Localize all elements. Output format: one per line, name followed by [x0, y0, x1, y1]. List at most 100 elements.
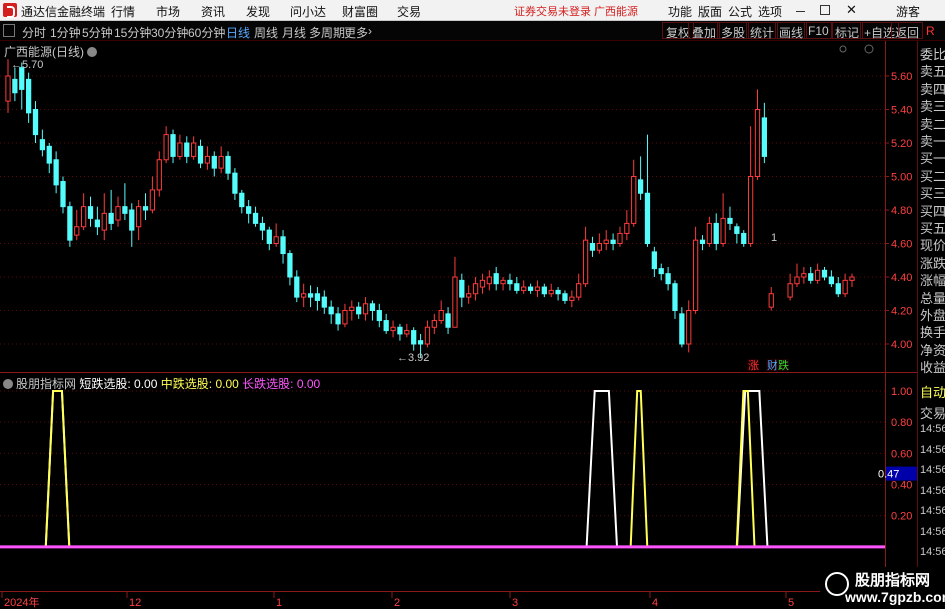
- candle-body-up: [362, 303, 369, 315]
- candle-body-down: [761, 117, 767, 157]
- kline-chart[interactable]: 5.60 5.40 5.20 5.00 4.80 4.60 4.40 4.20 4.00 ←5.7…: [0, 41, 917, 609]
- f10-button[interactable]: F10: [804, 22, 833, 39]
- candle-body-up: [115, 206, 121, 221]
- side-label-0: 委比: [920, 47, 945, 62]
- menu-options[interactable]: 选项: [758, 3, 782, 20]
- legend-long: 长跌选股: 0.00: [242, 377, 321, 391]
- period-weekly[interactable]: 周线: [254, 24, 278, 41]
- side-label-12: 涨跌: [920, 255, 945, 271]
- quote-side-panel: 委比 卖五 卖四 卖三 卖二 卖一 买一 买二 买三 买四 买五 现价 涨跌 涨幅 总量 外盘 换手 净资 收益 自动…: [917, 41, 945, 609]
- indicator-menu-icon[interactable]: [3, 379, 13, 389]
- side-sub-label-8: 14:56: [920, 546, 945, 558]
- menu-wealth-circle[interactable]: 财富圈: [342, 3, 378, 20]
- menu-function[interactable]: 功能: [668, 3, 692, 20]
- panel-header-r[interactable]: R: [926, 24, 935, 38]
- period-intraday[interactable]: 分时: [22, 24, 46, 41]
- guest-user[interactable]: 游客: [896, 3, 920, 20]
- candle-body-up: [404, 330, 410, 335]
- login-warning[interactable]: 证券交易未登录 广西能源: [514, 3, 638, 19]
- candle-body-down: [727, 217, 733, 224]
- candle-body-down: [679, 313, 685, 345]
- candle-body-down: [713, 222, 719, 244]
- menu-xiaoda[interactable]: 问小达: [290, 3, 326, 20]
- indicator-name[interactable]: 股朋指标网: [16, 377, 76, 391]
- candle-body-down: [651, 251, 657, 270]
- menu-layout[interactable]: 版面: [698, 3, 722, 20]
- period-60min[interactable]: 60分钟: [188, 24, 225, 41]
- candle-body-up: [149, 189, 156, 211]
- back-button[interactable]: 返回: [891, 22, 924, 40]
- period-multi[interactable]: 多周期: [309, 24, 345, 41]
- candle-body-up: [720, 217, 726, 244]
- menu-discover[interactable]: 发现: [246, 3, 270, 20]
- mark-button[interactable]: 标记: [831, 22, 864, 40]
- marker-label: 1: [771, 232, 777, 244]
- period-more[interactable]: 更多: [344, 24, 368, 41]
- candle-body-up: [787, 283, 793, 298]
- side-label-11: 现价: [920, 238, 945, 254]
- x-tick-label: 2: [394, 597, 400, 609]
- candle-body-up: [74, 226, 80, 236]
- signal-mid-line: [0, 390, 885, 548]
- sub-y-tick-label: 0.40: [891, 479, 912, 491]
- side-sub-label-4: 14:56: [920, 464, 945, 476]
- candle-body-up: [801, 273, 807, 278]
- menu-quotes[interactable]: 行情: [111, 3, 135, 20]
- candle-body-down: [246, 206, 252, 214]
- statistics-button[interactable]: 统计: [746, 22, 779, 40]
- period-5min[interactable]: 5分钟: [82, 24, 113, 41]
- candle-body-down: [87, 206, 94, 219]
- period-daily[interactable]: 日线: [226, 24, 250, 41]
- chevron-down-icon[interactable]: [87, 47, 97, 57]
- y-tick-label: 5.40: [891, 105, 912, 117]
- menu-market[interactable]: 市场: [156, 3, 180, 20]
- menu-formula[interactable]: 公式: [728, 3, 752, 20]
- candle-body-up: [617, 232, 623, 244]
- candle-body-down: [376, 310, 382, 322]
- minimize-icon[interactable]: [796, 11, 805, 12]
- candle-body-down: [225, 155, 231, 174]
- maximize-icon[interactable]: [820, 5, 830, 15]
- candle-body-up: [794, 276, 800, 285]
- menu-news[interactable]: 资讯: [201, 3, 225, 20]
- candle-body-up: [747, 176, 754, 244]
- badge-0: 涨: [748, 359, 759, 372]
- candle-body-down: [184, 142, 190, 157]
- side-label-1: 卖五: [920, 64, 945, 80]
- side-label-18: 收益: [920, 360, 945, 376]
- candle-body-up: [706, 222, 712, 244]
- overlay-button[interactable]: 叠加: [688, 22, 721, 40]
- period-30min[interactable]: 30分钟: [151, 24, 188, 41]
- candle-body-up: [686, 310, 692, 345]
- sub-y-tick-label: 1.00: [891, 386, 912, 398]
- candle-body-down: [610, 239, 616, 244]
- candle-body-down: [46, 145, 52, 164]
- close-icon[interactable]: ✕: [846, 2, 857, 18]
- multi-stock-button[interactable]: 多股: [717, 22, 750, 40]
- candle-body-up: [424, 326, 431, 345]
- sub-y-tick-label: 0.20: [891, 511, 912, 523]
- period-15min[interactable]: 15分钟: [114, 24, 151, 41]
- side-label-6: 买一: [920, 151, 945, 167]
- candle-body-down: [808, 273, 814, 281]
- sub-y-tick-label: 0.60: [891, 448, 912, 460]
- period-1min[interactable]: 1分钟: [50, 24, 81, 41]
- candle-body-down: [266, 229, 272, 245]
- side-sub-label-5: 14:56: [920, 484, 945, 497]
- low-label: ←3.92: [397, 352, 429, 364]
- menu-trade[interactable]: 交易: [397, 3, 421, 20]
- x-tick-label: 4: [652, 597, 658, 609]
- candle-body-down: [369, 303, 376, 311]
- panel-toggle-icon[interactable]: [3, 24, 15, 37]
- candle-body-down: [328, 306, 334, 315]
- candle-body-down: [383, 320, 389, 332]
- watermark: 股朋指标网 www.7gpzb.com: [820, 567, 945, 609]
- period-monthly[interactable]: 月线: [282, 24, 306, 41]
- candle-body-down: [835, 283, 841, 295]
- draw-line-button[interactable]: 画线: [775, 22, 808, 40]
- candle-body-up: [452, 276, 458, 328]
- side-label-10: 买五: [920, 221, 945, 236]
- candle-body-down: [821, 269, 828, 278]
- y-tick-label: 5.60: [891, 71, 912, 83]
- chevron-right-icon[interactable]: ›: [368, 24, 372, 38]
